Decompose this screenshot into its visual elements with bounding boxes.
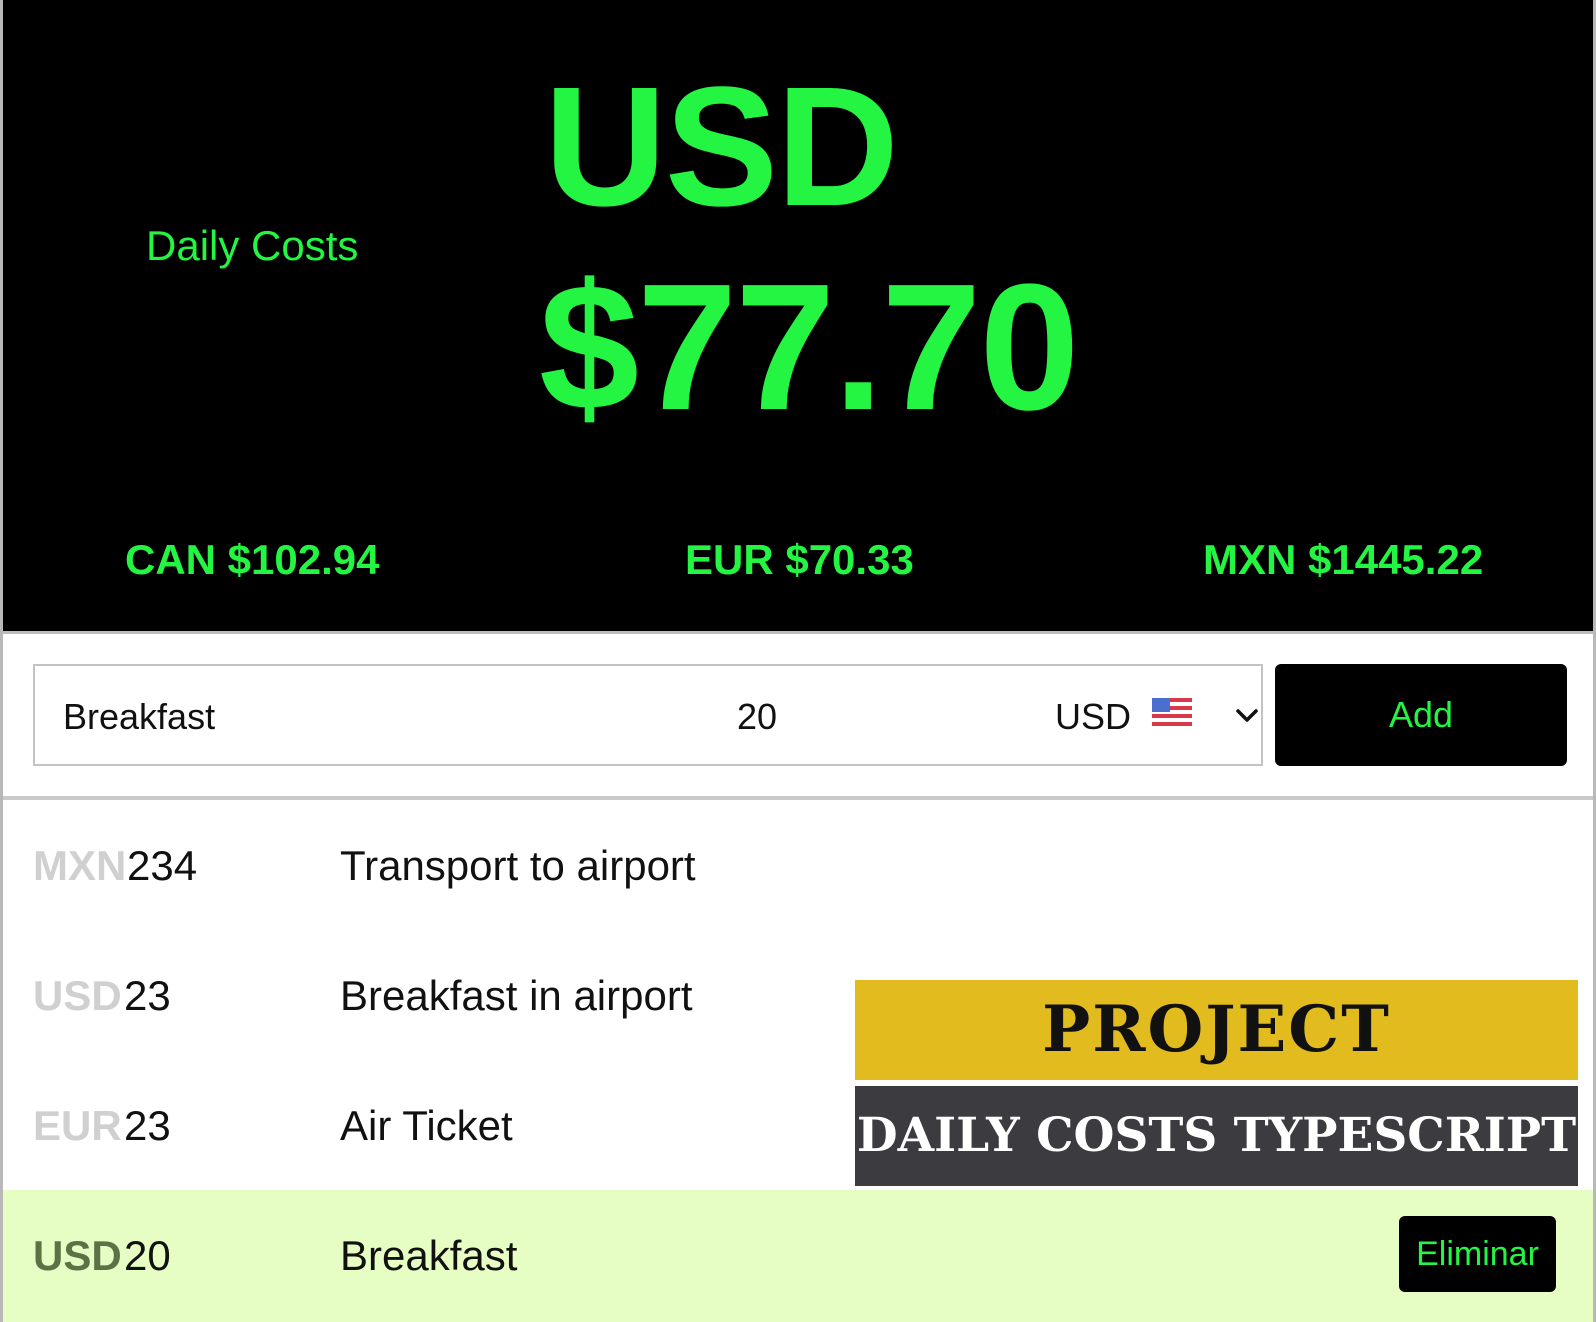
expense-currency: EUR [33,1102,122,1149]
expense-input-group: Breakfast 20 USD [33,664,1263,766]
expense-amount: 23 [124,1102,171,1149]
chevron-down-icon [1236,709,1258,722]
conversion-mxn: MXN $1445.22 [1203,536,1484,583]
expense-amount: 20 [124,1232,171,1279]
delete-button[interactable]: Eliminar [1399,1216,1556,1292]
add-expense-form: Breakfast 20 USD Add [3,634,1593,800]
expense-amount: 23 [124,972,171,1019]
conversion-can: CAN $102.94 [125,536,380,583]
expense-description: Air Ticket [340,1102,513,1149]
expense-currency: USD [33,1232,122,1279]
currency-select-value: USD [1055,696,1132,737]
expense-currency: USD [33,972,122,1019]
project-banner: PROJECT [855,980,1578,1080]
project-subtitle-banner: DAILY COSTS TYPESCRIPT [855,1086,1578,1186]
expense-description: Breakfast [340,1232,518,1279]
expense-description: Breakfast in airport [340,972,693,1019]
currency-select[interactable]: USD [1055,696,1258,740]
expense-row-selected[interactable]: USD 20 Breakfast Eliminar [3,1190,1593,1322]
summary-header: Daily Costs USD $77.70 CAN $102.94 EUR $… [3,0,1593,634]
expense-amount: 234 [127,842,198,889]
amount-input[interactable]: 20 [737,696,777,738]
us-flag-icon [1152,698,1192,726]
app-title: Daily Costs [146,222,359,269]
app-window: Daily Costs USD $77.70 CAN $102.94 EUR $… [0,0,1596,1322]
total-amount: $77.70 [539,247,1080,448]
expense-row[interactable]: MXN 234 Transport to airport [3,800,1593,930]
expense-description: Transport to airport [340,842,696,889]
expense-currency: MXN [33,842,127,889]
total-currency-code: USD [544,52,899,242]
description-input[interactable]: Breakfast [63,696,215,738]
add-button[interactable]: Add [1275,664,1567,766]
conversion-eur: EUR $70.33 [685,536,914,583]
